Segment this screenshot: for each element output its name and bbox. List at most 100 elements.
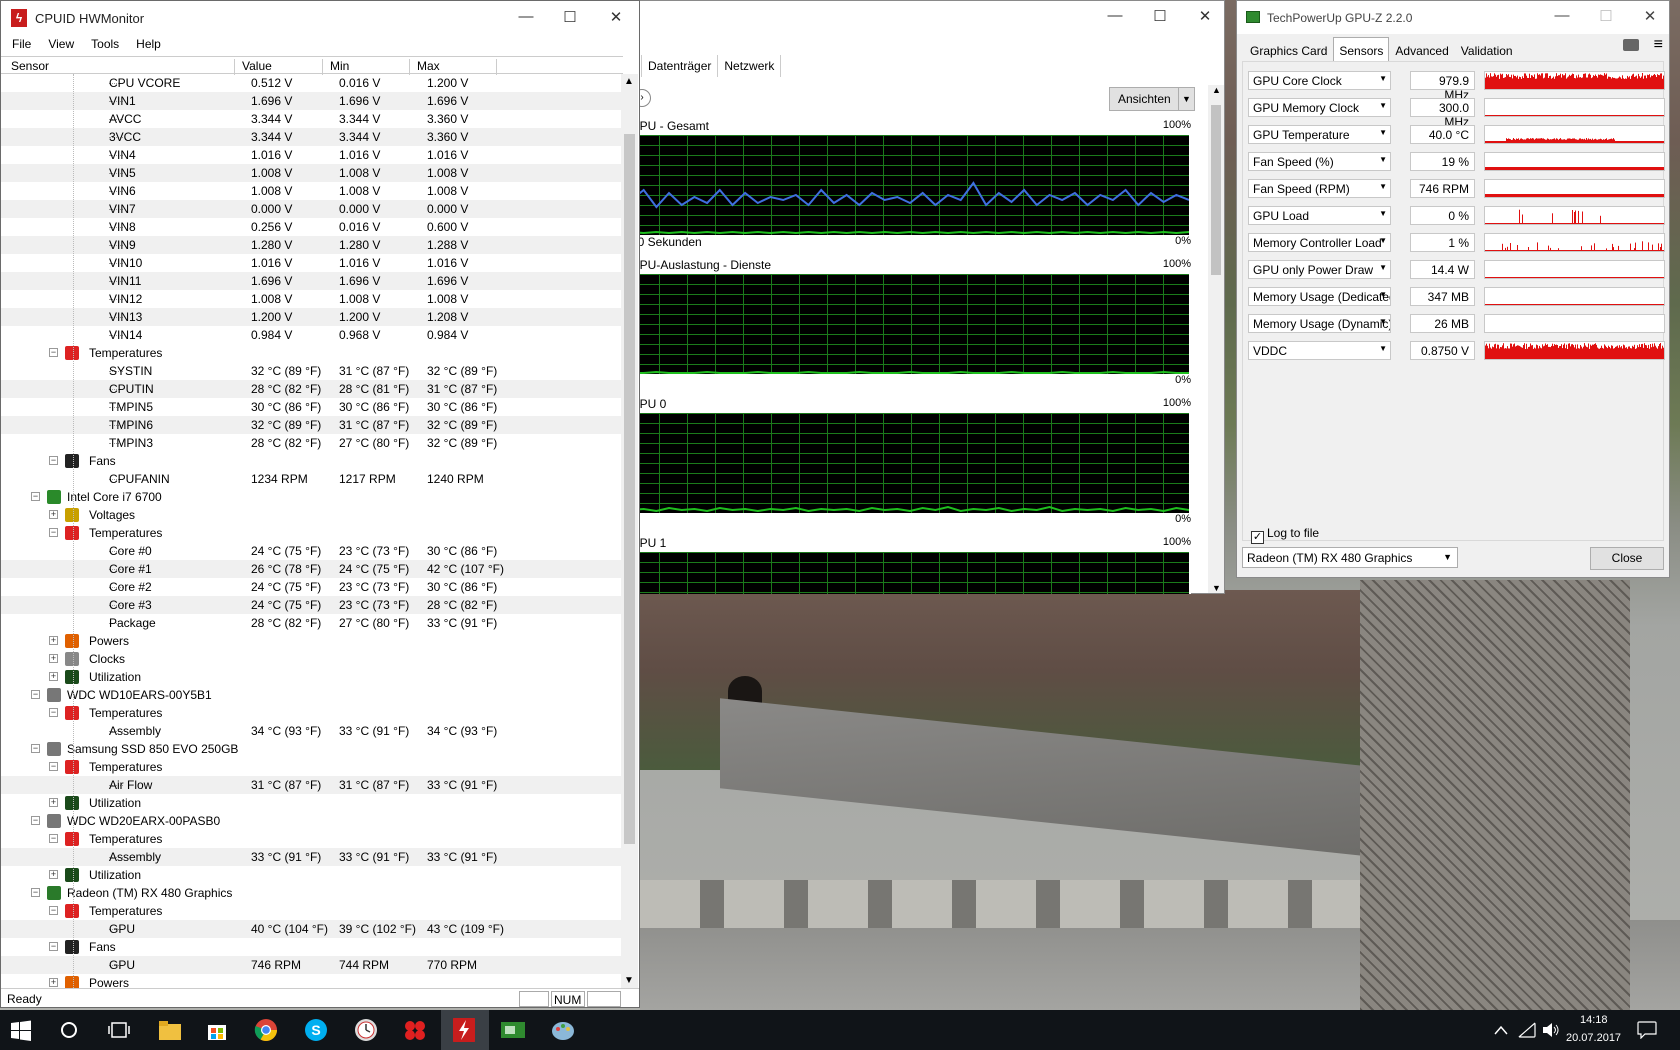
device-select[interactable]: Radeon (TM) RX 480 Graphics ▼	[1242, 547, 1458, 568]
group-row[interactable]: − Temperatures	[1, 524, 621, 542]
sensor-row[interactable]: VIN1 1.696 V 1.696 V 1.696 V	[1, 92, 621, 110]
log-to-file-checkbox[interactable]: ✓ Log to file	[1251, 526, 1319, 544]
task-manager-window[interactable]: — ☐ ✕ r Datenträger Netzwerk › Ansichten…	[630, 0, 1225, 594]
notifications-icon[interactable]	[1637, 1021, 1657, 1039]
sensor-label[interactable]: GPU Load ▼	[1248, 206, 1391, 225]
group-row[interactable]: − Temperatures	[1, 902, 621, 920]
sensor-row[interactable]: Assembly 33 °C (91 °F) 33 °C (91 °F) 33 °C …	[1, 848, 621, 866]
group-row[interactable]: − Samsung SSD 850 EVO 250GB	[1, 740, 621, 758]
gpuz-taskbar-icon[interactable]	[500, 1018, 526, 1042]
network-icon[interactable]	[1518, 1022, 1536, 1038]
tab-sensors[interactable]: Sensors	[1333, 37, 1390, 63]
chevron-down-icon[interactable]: ▼	[1379, 101, 1387, 110]
sensor-label[interactable]: Fan Speed (%) ▼	[1248, 152, 1391, 171]
sensor-label[interactable]: GPU Core Clock ▼	[1248, 71, 1391, 90]
sensor-row[interactable]: VIN6 1.008 V 1.008 V 1.008 V	[1, 182, 621, 200]
group-row[interactable]: + Utilization	[1, 866, 621, 884]
sensor-label[interactable]: VDDC ▼	[1248, 341, 1391, 360]
chevron-down-icon[interactable]: ▼	[1379, 236, 1387, 245]
close-button[interactable]: Close	[1590, 547, 1664, 570]
sensor-label[interactable]: GPU Memory Clock ▼	[1248, 98, 1391, 117]
collapse-icon[interactable]: −	[31, 492, 40, 501]
group-row[interactable]: − Temperatures	[1, 704, 621, 722]
menu-view[interactable]: View	[37, 35, 80, 55]
sensor-row[interactable]: TMPIN6 32 °C (89 °F) 31 °C (87 °F) 32 °C (8…	[1, 416, 621, 434]
chevron-down-icon[interactable]: ▼	[1379, 317, 1387, 326]
sensor-row[interactable]: TMPIN3 28 °C (82 °F) 27 °C (80 °F) 32 °C (8…	[1, 434, 621, 452]
chevron-down-icon[interactable]: ▼	[1379, 74, 1387, 83]
sensor-row[interactable]: SYSTIN 32 °C (89 °F) 31 °C (87 °F) 32 °C (8…	[1, 362, 621, 380]
maximize-icon[interactable]: ☐	[1143, 7, 1177, 25]
sensor-row[interactable]: Core #2 24 °C (75 °F) 23 °C (73 °F) 30 °C (…	[1, 578, 621, 596]
scroll-up-icon[interactable]: ▲	[624, 76, 634, 87]
paint-app-icon[interactable]	[550, 1018, 576, 1042]
sensor-row[interactable]: VIN5 1.008 V 1.008 V 1.008 V	[1, 164, 621, 182]
sensor-label[interactable]: Memory Usage (Dedicated) ▼	[1248, 287, 1391, 306]
scroll-thumb[interactable]	[624, 134, 635, 844]
sensor-label[interactable]: GPU Temperature ▼	[1248, 125, 1391, 144]
gpu-cluster-icon[interactable]	[402, 1018, 428, 1042]
expand-icon[interactable]: +	[49, 636, 58, 645]
group-row[interactable]: + Clocks	[1, 650, 621, 668]
sensor-row[interactable]: GPU 40 °C (104 °F) 39 °C (102 °F) 43 °C (10…	[1, 920, 621, 938]
menu-icon[interactable]: ≡	[1654, 36, 1663, 54]
collapse-icon[interactable]: −	[31, 816, 40, 825]
camera-icon[interactable]	[1623, 39, 1639, 51]
collapse-icon[interactable]: −	[49, 528, 58, 537]
group-row[interactable]: + Powers	[1, 632, 621, 650]
collapse-icon[interactable]: −	[49, 456, 58, 465]
tab-validation[interactable]: Validation	[1455, 39, 1519, 63]
expand-icon[interactable]: +	[49, 978, 58, 987]
checkbox-checked-icon[interactable]: ✓	[1251, 531, 1264, 544]
column-value[interactable]: Value	[235, 59, 323, 75]
sensor-row[interactable]: AVCC 3.344 V 3.344 V 3.360 V	[1, 110, 621, 128]
windows-start-icon[interactable]	[10, 1020, 32, 1042]
scroll-down-icon[interactable]: ▼	[1212, 583, 1221, 593]
collapse-icon[interactable]: −	[49, 708, 58, 717]
sensor-row[interactable]: VIN14 0.984 V 0.968 V 0.984 V	[1, 326, 621, 344]
store-icon[interactable]	[206, 1019, 228, 1041]
group-row[interactable]: − Fans	[1, 938, 621, 956]
hwmonitor-window[interactable]: ϟ CPUID HWMonitor — ☐ ✕ File View Tools …	[0, 0, 640, 1008]
minimize-icon[interactable]: —	[509, 8, 543, 25]
task-manager-titlebar[interactable]: — ☐ ✕	[631, 1, 1224, 35]
minimize-icon[interactable]: —	[1098, 7, 1132, 24]
sensor-row[interactable]: VIN11 1.696 V 1.696 V 1.696 V	[1, 272, 621, 290]
close-icon[interactable]: ✕	[599, 8, 633, 26]
chevron-down-icon[interactable]: ▼	[1379, 155, 1387, 164]
collapse-icon[interactable]: −	[49, 906, 58, 915]
menu-tools[interactable]: Tools	[80, 35, 125, 55]
group-row[interactable]: + Powers	[1, 974, 621, 988]
sensor-label[interactable]: Memory Controller Load ▼	[1248, 233, 1391, 252]
menu-file[interactable]: File	[1, 35, 37, 55]
chevron-down-icon[interactable]: ▼	[1379, 209, 1387, 218]
sensor-row[interactable]: VIN4 1.016 V 1.016 V 1.016 V	[1, 146, 621, 164]
sensor-tree-scrollbar[interactable]: ▲ ▼	[621, 74, 638, 988]
group-row[interactable]: + Voltages	[1, 506, 621, 524]
file-explorer-icon[interactable]	[158, 1019, 182, 1041]
tab-graphics-card[interactable]: Graphics Card	[1244, 39, 1333, 63]
chevron-down-icon[interactable]: ▼	[1379, 128, 1387, 137]
sensor-row[interactable]: CPUFANIN 1234 RPM 1217 RPM 1240 RPM	[1, 470, 621, 488]
chevron-up-icon[interactable]	[1494, 1025, 1508, 1035]
sensor-row[interactable]: Core #1 26 °C (78 °F) 24 °C (75 °F) 42 °C (…	[1, 560, 621, 578]
speaker-icon[interactable]	[1542, 1022, 1560, 1038]
sensor-row[interactable]: Air Flow 31 °C (87 °F) 31 °C (87 °F) 33 °C …	[1, 776, 621, 794]
chevron-down-icon[interactable]: ▼	[1379, 344, 1387, 353]
sensor-row[interactable]: VIN7 0.000 V 0.000 V 0.000 V	[1, 200, 621, 218]
group-row[interactable]: − WDC WD20EARX-00PASB0	[1, 812, 621, 830]
sensor-row[interactable]: VIN9 1.280 V 1.280 V 1.288 V	[1, 236, 621, 254]
sensor-label[interactable]: Fan Speed (RPM) ▼	[1248, 179, 1391, 198]
collapse-icon[interactable]: −	[31, 744, 40, 753]
scroll-up-icon[interactable]: ▲	[1212, 85, 1221, 95]
group-row[interactable]: + Utilization	[1, 794, 621, 812]
sensor-row[interactable]: 3VCC 3.344 V 3.344 V 3.360 V	[1, 128, 621, 146]
sensor-label[interactable]: Memory Usage (Dynamic) ▼	[1248, 314, 1391, 333]
skype-icon[interactable]: S	[304, 1018, 328, 1042]
sensor-row[interactable]: TMPIN5 30 °C (86 °F) 30 °C (86 °F) 30 °C (8…	[1, 398, 621, 416]
close-icon[interactable]: ✕	[1633, 7, 1667, 25]
group-row[interactable]: + Utilization	[1, 668, 621, 686]
expand-icon[interactable]: +	[49, 672, 58, 681]
sensor-label[interactable]: GPU only Power Draw ▼	[1248, 260, 1391, 279]
scroll-down-icon[interactable]: ▼	[624, 975, 634, 986]
